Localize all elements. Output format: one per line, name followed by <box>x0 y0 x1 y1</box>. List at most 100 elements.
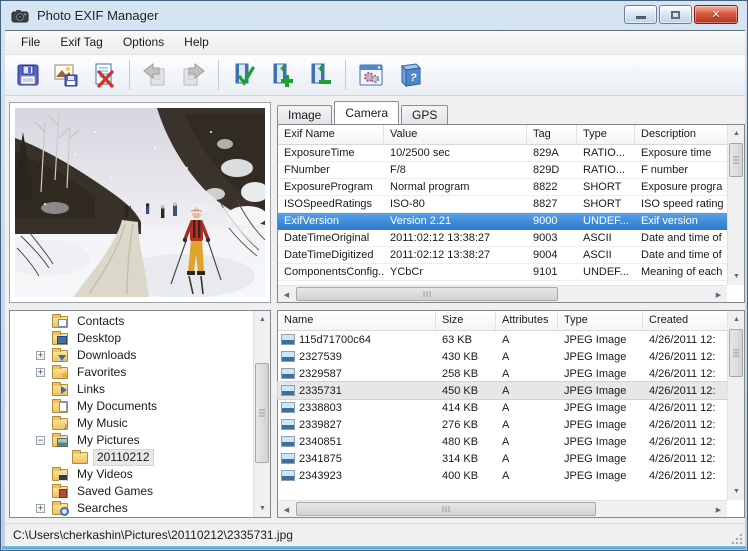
file-attributes-cell: A <box>496 417 558 433</box>
tab[interactable]: Image <box>277 105 332 124</box>
image-file-icon <box>281 351 295 362</box>
help-button[interactable]: ? <box>392 58 426 92</box>
file-row[interactable]: 115d71700c64 63 KB A JPEG Image 4/26/201… <box>278 331 727 348</box>
file-row[interactable]: 2338803 414 KB A JPEG Image 4/26/2011 12… <box>278 399 727 416</box>
tree-item[interactable]: 20110212 <box>10 449 270 466</box>
tree-item[interactable]: Contacts <box>10 313 270 330</box>
column-header[interactable]: Created <box>643 311 727 331</box>
exif-horizontal-scrollbar[interactable]: ◀ ▶ <box>278 285 727 302</box>
tree-item[interactable]: Favorites <box>10 364 270 381</box>
column-header[interactable]: Type <box>558 311 643 331</box>
tree-item-label: My Pictures <box>74 433 143 448</box>
exif-row[interactable]: ISOSpeedRatings ISO-80 8827 SHORT ISO sp… <box>278 196 727 213</box>
next-image-button[interactable] <box>176 58 210 92</box>
tab[interactable]: Camera <box>334 101 399 124</box>
scroll-down-icon[interactable]: ▼ <box>728 483 745 500</box>
image-file-icon <box>281 402 295 413</box>
scrollbar-thumb[interactable] <box>296 502 596 516</box>
tree-expander-icon[interactable] <box>36 351 45 360</box>
tree-item[interactable]: Searches <box>10 500 270 517</box>
file-type-cell: JPEG Image <box>558 400 643 416</box>
image-file-icon <box>281 385 295 396</box>
scroll-up-icon[interactable]: ▲ <box>254 311 271 328</box>
exif-name-cell: ExposureProgram <box>278 179 384 195</box>
column-header[interactable]: Tag <box>527 125 577 145</box>
resize-grip[interactable] <box>731 533 743 545</box>
save-image-button[interactable] <box>49 58 83 92</box>
file-name: 2329587 <box>299 366 342 382</box>
exif-tag-cell: 829A <box>527 145 577 161</box>
column-header[interactable]: Name <box>278 311 436 331</box>
tree-item[interactable]: Saved Games <box>10 483 270 500</box>
options-button[interactable] <box>354 58 388 92</box>
scrollbar-thumb[interactable] <box>255 363 269 463</box>
file-row[interactable]: 2327539 430 KB A JPEG Image 4/26/2011 12… <box>278 348 727 365</box>
file-created-cell: 4/26/2011 12: <box>643 366 727 382</box>
scroll-left-icon[interactable]: ◀ <box>278 501 295 518</box>
exif-row[interactable]: ExposureTime 10/2500 sec 829A RATIO... E… <box>278 145 727 162</box>
file-row[interactable]: 2339827 276 KB A JPEG Image 4/26/2011 12… <box>278 416 727 433</box>
exif-vertical-scrollbar[interactable]: ▲ ▼ <box>727 125 744 285</box>
file-size-cell: 450 KB <box>436 383 496 399</box>
tree-item-label: Saved Games <box>74 484 156 499</box>
scroll-down-icon[interactable]: ▼ <box>254 500 271 517</box>
file-row[interactable]: 2343923 400 KB A JPEG Image 4/26/2011 12… <box>278 467 727 484</box>
tree-item[interactable]: My Documents <box>10 398 270 415</box>
exif-row[interactable]: FNumber F/8 829D RATIO... F number <box>278 162 727 179</box>
tree-vertical-scrollbar[interactable]: ▲ ▼ <box>253 311 270 517</box>
maximize-button[interactable] <box>659 5 692 24</box>
tree-item[interactable]: Downloads <box>10 347 270 364</box>
scroll-right-icon[interactable]: ▶ <box>710 501 727 518</box>
file-row[interactable]: 2341875 314 KB A JPEG Image 4/26/2011 12… <box>278 450 727 467</box>
file-type-cell: JPEG Image <box>558 468 643 484</box>
file-attributes-cell: A <box>496 349 558 365</box>
menu-item[interactable]: Options <box>113 31 174 54</box>
scroll-right-icon[interactable]: ▶ <box>710 286 727 303</box>
menu-item[interactable]: Help <box>174 31 219 54</box>
column-header[interactable]: Description <box>635 125 727 145</box>
exif-row[interactable]: DateTimeOriginal 2011:02:12 13:38:27 900… <box>278 230 727 247</box>
exif-add-button[interactable] <box>265 58 299 92</box>
exif-row[interactable]: DateTimeDigitized 2011:02:12 13:38:27 90… <box>278 247 727 264</box>
tree-expander-icon[interactable] <box>36 368 45 377</box>
files-horizontal-scrollbar[interactable]: ◀ ▶ <box>278 500 727 517</box>
menu-item[interactable]: Exif Tag <box>50 31 112 54</box>
exif-remove-button[interactable] <box>303 58 337 92</box>
minimize-button[interactable] <box>624 5 657 24</box>
file-row[interactable]: 2335731 450 KB A JPEG Image 4/26/2011 12… <box>278 382 727 399</box>
tree-item[interactable]: My Music <box>10 415 270 432</box>
exif-row[interactable]: ComponentsConfig... YCbCr 9101 UNDEF... … <box>278 264 727 281</box>
column-header[interactable]: Size <box>436 311 496 331</box>
previous-image-button[interactable] <box>138 58 172 92</box>
exif-row[interactable]: ExifVersion Version 2.21 9000 UNDEF... E… <box>278 213 727 230</box>
scrollbar-thumb[interactable] <box>729 143 743 177</box>
scroll-left-icon[interactable]: ◀ <box>278 286 295 303</box>
column-header[interactable]: Attributes <box>496 311 558 331</box>
file-row[interactable]: 2340851 480 KB A JPEG Image 4/26/2011 12… <box>278 433 727 450</box>
tree-item-label: My Videos <box>74 467 136 482</box>
menu-item[interactable]: File <box>11 31 50 54</box>
tree-expander-icon[interactable] <box>36 436 45 445</box>
title-bar[interactable]: Photo EXIF Manager ✕ <box>1 1 747 30</box>
column-header[interactable]: Type <box>577 125 635 145</box>
files-vertical-scrollbar[interactable]: ▲ ▼ <box>727 311 744 500</box>
column-header[interactable]: Exif Name <box>278 125 384 145</box>
save-exif-button[interactable] <box>11 58 45 92</box>
clear-exif-list-button[interactable] <box>87 58 121 92</box>
tree-expander-icon[interactable] <box>36 504 45 513</box>
exif-row[interactable]: ExposureProgram Normal program 8822 SHOR… <box>278 179 727 196</box>
column-header[interactable]: Value <box>384 125 527 145</box>
scroll-down-icon[interactable]: ▼ <box>728 268 745 285</box>
tree-item[interactable]: Links <box>10 381 270 398</box>
scroll-up-icon[interactable]: ▲ <box>728 125 745 142</box>
scrollbar-thumb[interactable] <box>729 329 743 377</box>
exif-apply-button[interactable] <box>227 58 261 92</box>
tree-item[interactable]: My Pictures <box>10 432 270 449</box>
tree-item[interactable]: Desktop <box>10 330 270 347</box>
file-row[interactable]: 2329587 258 KB A JPEG Image 4/26/2011 12… <box>278 365 727 382</box>
scroll-up-icon[interactable]: ▲ <box>728 311 745 328</box>
scrollbar-thumb[interactable] <box>296 287 558 301</box>
close-button[interactable]: ✕ <box>694 5 738 24</box>
tab[interactable]: GPS <box>401 105 448 124</box>
tree-item[interactable]: My Videos <box>10 466 270 483</box>
